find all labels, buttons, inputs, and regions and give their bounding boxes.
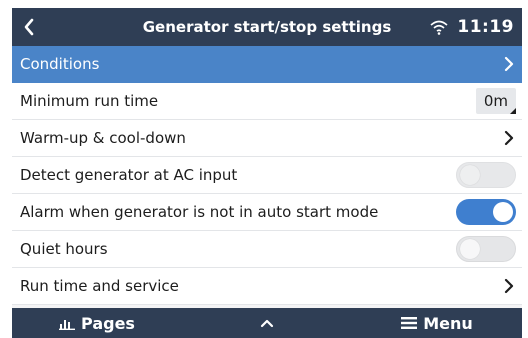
hamburger-menu-icon (401, 317, 418, 329)
switch-knob (493, 202, 513, 222)
menu-label: Menu (423, 313, 473, 333)
alarm-auto-start-label: Alarm when generator is not in auto star… (20, 203, 379, 221)
wifi-icon (430, 20, 448, 35)
scroll-up-button[interactable] (182, 308, 352, 338)
clock: 11:19 (457, 17, 514, 37)
detect-generator-switch[interactable] (456, 162, 516, 188)
run-time-service-row[interactable]: Run time and service (12, 268, 522, 305)
switch-knob (460, 165, 480, 185)
quiet-hours-label: Quiet hours (20, 240, 108, 258)
device-screen: Generator start/stop settings 11:19 Cond… (12, 8, 522, 338)
quiet-hours-switch[interactable] (456, 236, 516, 262)
warm-up-cool-down-label: Warm-up & cool-down (20, 129, 186, 147)
title-bar: Generator start/stop settings 11:19 (12, 8, 522, 46)
settings-list: Conditions Minimum run time 0m Warm-up &… (12, 46, 522, 305)
pages-label: Pages (81, 313, 135, 333)
run-time-service-label: Run time and service (20, 277, 179, 295)
minimum-run-time-value[interactable]: 0m (475, 88, 516, 114)
switch-knob (460, 239, 480, 259)
back-button[interactable] (12, 8, 46, 46)
chevron-right-icon (502, 277, 516, 295)
edit-corner-icon (510, 108, 516, 114)
detect-generator-label: Detect generator at AC input (20, 166, 238, 184)
quiet-hours-row[interactable]: Quiet hours (12, 231, 522, 268)
alarm-auto-start-row[interactable]: Alarm when generator is not in auto star… (12, 194, 522, 231)
pages-button[interactable]: Pages (12, 308, 182, 338)
minimum-run-time-row[interactable]: Minimum run time 0m (12, 83, 522, 120)
warm-up-cool-down-row[interactable]: Warm-up & cool-down (12, 120, 522, 157)
detect-generator-row[interactable]: Detect generator at AC input (12, 157, 522, 194)
conditions-label: Conditions (20, 55, 100, 73)
chevron-up-icon (260, 319, 274, 328)
bottom-nav-bar: Pages Menu (12, 308, 522, 338)
chevron-left-icon (24, 18, 34, 36)
menu-button[interactable]: Menu (352, 308, 522, 338)
minimum-run-time-label: Minimum run time (20, 92, 159, 110)
minimum-run-time-value-text: 0m (483, 92, 508, 110)
bar-chart-icon (59, 320, 76, 330)
chevron-right-icon (502, 129, 516, 147)
chevron-right-icon (502, 55, 516, 73)
alarm-auto-start-switch[interactable] (456, 199, 516, 225)
status-area: 11:19 (429, 8, 514, 46)
conditions-row[interactable]: Conditions (12, 46, 522, 83)
